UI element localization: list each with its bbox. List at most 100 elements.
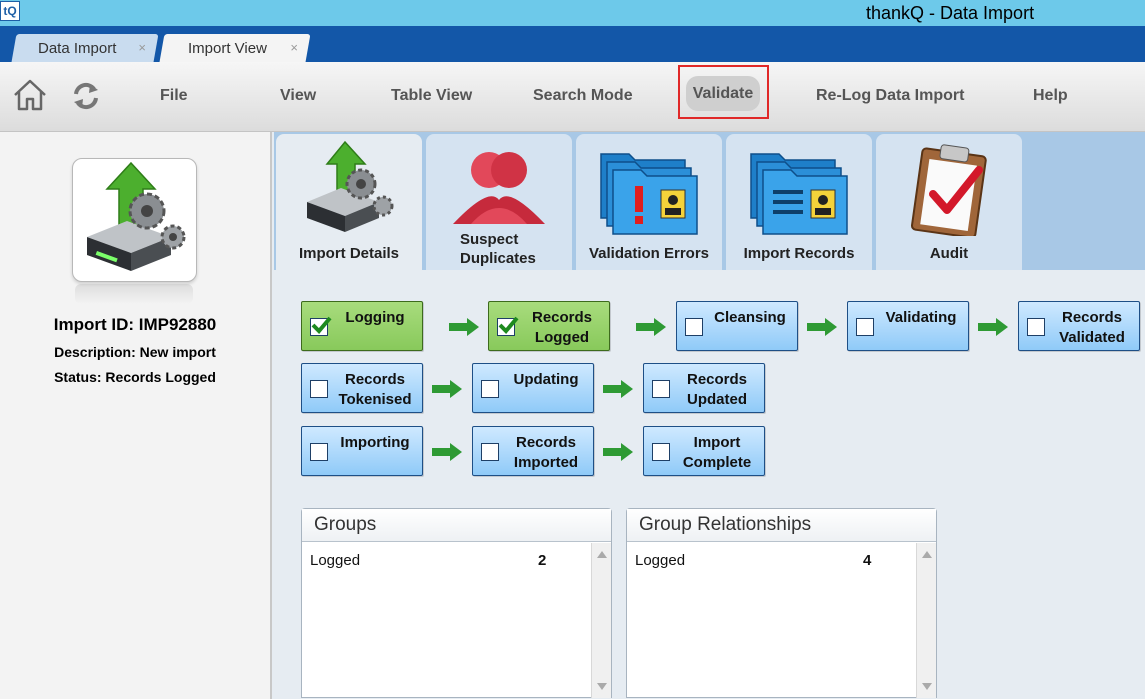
step-validating: Validating bbox=[847, 301, 969, 351]
step-cleansing: Cleansing bbox=[676, 301, 798, 351]
clipboard-check-icon bbox=[910, 144, 987, 236]
step-label: Records Imported bbox=[513, 434, 579, 471]
menu-file[interactable]: File bbox=[160, 87, 188, 105]
step-label: Cleansing bbox=[714, 309, 786, 326]
step-checkbox bbox=[310, 316, 332, 336]
group-relationships-scrollbar[interactable] bbox=[916, 543, 936, 698]
step-checkbox bbox=[652, 443, 670, 461]
step-label: Records Logged bbox=[531, 309, 593, 346]
step-records-imported: Records Imported bbox=[472, 426, 594, 476]
arrow-right-icon bbox=[432, 380, 462, 398]
arrow-right-icon bbox=[603, 443, 633, 461]
step-checkbox bbox=[481, 443, 499, 461]
import-id: Import ID: IMP92880 bbox=[53, 315, 217, 334]
tab-audit[interactable]: Audit bbox=[876, 134, 1022, 270]
step-label: Updating bbox=[513, 371, 579, 388]
toolbar: File View Table View Search Mode Validat… bbox=[0, 62, 1145, 132]
scroll-up-icon[interactable] bbox=[922, 551, 932, 558]
group-relationships-panel: Group Relationships Logged 4 bbox=[626, 508, 937, 698]
tab-data-import[interactable]: Data Import × bbox=[11, 34, 159, 62]
menu-help[interactable]: Help bbox=[1033, 87, 1068, 105]
step-label: Importing bbox=[340, 434, 410, 451]
scroll-down-icon[interactable] bbox=[597, 683, 607, 690]
step-importing: Importing bbox=[301, 426, 423, 476]
tab-import-view[interactable]: Import View × bbox=[159, 34, 311, 62]
arrow-right-icon bbox=[603, 380, 633, 398]
window-title: thankQ - Data Import bbox=[866, 3, 1035, 23]
step-label: Records Validated bbox=[1059, 309, 1125, 346]
check-icon bbox=[311, 316, 332, 334]
menu-search-mode[interactable]: Search Mode bbox=[533, 87, 633, 105]
step-checkbox bbox=[310, 380, 328, 398]
sidebar: Import ID: IMP92880 Description: New imp… bbox=[0, 132, 272, 699]
step-label: Validating bbox=[885, 309, 957, 326]
step-checkbox bbox=[652, 380, 670, 398]
step-checkbox bbox=[310, 443, 328, 461]
duplicate-people-icon bbox=[453, 152, 545, 224]
group-relationships-panel-title: Group Relationships bbox=[627, 509, 936, 542]
step-checkbox bbox=[685, 318, 703, 336]
groups-panel: Groups Logged 2 bbox=[301, 508, 612, 698]
import-drive-icon bbox=[307, 140, 394, 232]
step-label: Records Updated bbox=[686, 371, 748, 408]
groups-row-count: 2 bbox=[538, 552, 547, 569]
arrow-right-icon bbox=[636, 318, 666, 336]
close-icon[interactable]: × bbox=[138, 40, 146, 55]
import-status: Status: Records Logged bbox=[54, 369, 216, 385]
step-records-tokenised: Records Tokenised bbox=[301, 363, 423, 413]
import-records-folder-icon bbox=[750, 153, 848, 235]
step-checkbox bbox=[1027, 318, 1045, 336]
groups-panel-title: Groups bbox=[302, 509, 611, 542]
step-records-logged: Records Logged bbox=[488, 301, 610, 351]
step-label: Records Tokenised bbox=[338, 371, 412, 408]
scroll-down-icon[interactable] bbox=[922, 683, 932, 690]
check-icon bbox=[498, 316, 519, 334]
menu-view[interactable]: View bbox=[280, 87, 316, 105]
validation-errors-folder-icon bbox=[600, 153, 698, 235]
icon-reflection bbox=[75, 284, 193, 304]
tab-label: Import Details bbox=[298, 245, 400, 262]
arrow-right-icon bbox=[807, 318, 837, 336]
step-checkbox bbox=[481, 380, 499, 398]
tab-import-details[interactable]: Import Details bbox=[276, 134, 422, 270]
arrow-right-icon bbox=[432, 443, 462, 461]
step-label: Logging bbox=[345, 309, 405, 326]
tab-import-records[interactable]: Import Records bbox=[726, 134, 872, 270]
refresh-icon[interactable] bbox=[71, 81, 101, 111]
step-import-complete: Import Complete bbox=[643, 426, 765, 476]
menu-table-view[interactable]: Table View bbox=[391, 87, 472, 105]
import-icon-frame bbox=[72, 158, 197, 282]
main-content: Import Details Suspect Duplicates Valida… bbox=[274, 132, 1145, 699]
document-tab-strip: Data Import × Import View × bbox=[0, 26, 1145, 62]
import-drive-icon bbox=[87, 161, 186, 271]
menu-relog-data-import[interactable]: Re-Log Data Import bbox=[816, 87, 964, 105]
step-checkbox bbox=[856, 318, 874, 336]
step-checkbox bbox=[497, 316, 519, 336]
tab-label: Suspect Duplicates bbox=[460, 231, 536, 267]
arrow-right-icon bbox=[449, 318, 479, 336]
step-records-validated: Records Validated bbox=[1018, 301, 1140, 351]
tab-label: Data Import bbox=[38, 39, 117, 57]
home-icon[interactable] bbox=[12, 78, 48, 112]
step-logging: Logging bbox=[301, 301, 423, 351]
step-records-updated: Records Updated bbox=[643, 363, 765, 413]
group-relationships-row-label: Logged bbox=[635, 552, 686, 569]
tab-label: Audit bbox=[929, 245, 969, 262]
group-relationships-row-count: 4 bbox=[863, 552, 872, 569]
title-bar: tQ thankQ - Data Import bbox=[0, 0, 1145, 26]
import-description: Description: New import bbox=[54, 344, 216, 360]
tab-suspect-duplicates[interactable]: Suspect Duplicates bbox=[426, 134, 572, 270]
groups-row-label: Logged bbox=[310, 552, 361, 569]
tab-label: Import View bbox=[188, 39, 267, 57]
close-icon[interactable]: × bbox=[290, 40, 298, 55]
tab-label: Import Records bbox=[743, 245, 855, 262]
groups-scrollbar[interactable] bbox=[591, 543, 611, 698]
tab-label: Validation Errors bbox=[588, 245, 710, 262]
arrow-right-icon bbox=[978, 318, 1008, 336]
tab-validation-errors[interactable]: Validation Errors bbox=[576, 134, 722, 270]
step-label: Import Complete bbox=[682, 434, 752, 471]
step-updating: Updating bbox=[472, 363, 594, 413]
scroll-up-icon[interactable] bbox=[597, 551, 607, 558]
app-logo: tQ bbox=[0, 1, 20, 21]
validate-button[interactable]: Validate bbox=[686, 76, 760, 111]
